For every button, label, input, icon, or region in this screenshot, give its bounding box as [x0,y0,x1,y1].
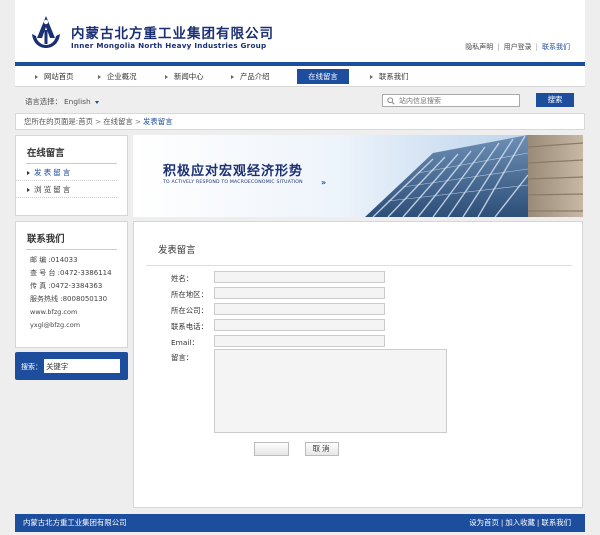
sidebar-search: 搜索： GO [15,352,128,380]
nav-bullet-icon [370,75,373,79]
arrow-right-icon [27,188,30,192]
anchor-logo-icon[interactable] [29,14,63,50]
site-search-box [382,94,520,107]
email-field[interactable] [214,335,385,347]
divider [146,265,572,266]
login-link[interactable]: 用户登录 [504,43,532,51]
sidebar-section-title: 在线留言 [27,148,65,159]
breadcrumb-home[interactable]: 首页 [78,117,93,126]
language-label: 语言选择： [25,97,62,106]
caret-down-icon [94,100,99,104]
nav-products[interactable]: 产品介绍 [231,69,270,84]
set-homepage-link[interactable]: 设为首页 [469,518,499,527]
top-links: 隐私声明 | 用户登录 | 联系我们 [465,43,570,51]
region-label: 所在地区： [171,290,208,299]
nav-news[interactable]: 新闻中心 [165,69,204,84]
language-select[interactable]: 语言选择： English [25,96,99,107]
contact-postcode: 邮 编 :014033 [30,256,78,264]
breadcrumb-guestbook[interactable]: 在线留言 [103,117,133,126]
guestbook-form-panel: 发表留言 姓名： 所在地区： 所在公司： 联系电话： Email： 留言： 取消 [133,221,583,508]
site-search-input[interactable] [399,95,517,106]
main-nav: 网站首页 企业概况 新闻中心 产品介绍 在线留言 联系我们 [15,66,585,87]
name-label: 姓名： [171,274,194,283]
double-arrow-icon: » [321,178,327,187]
contact-phone: 查 号 台 :0472-3386114 [30,269,112,277]
breadcrumb-prefix: 您所在的页面是: [24,117,79,126]
phone-field[interactable] [214,319,385,331]
nav-bullet-icon [231,75,234,79]
footer-links: 设为首页 | 加入收藏 | 联系我们 [469,518,571,527]
message-textarea[interactable] [214,349,447,433]
email-label: Email： [171,338,199,347]
nav-home[interactable]: 网站首页 [35,69,74,84]
magnifier-icon [387,97,395,105]
company-name-cn: 内蒙古北方重工业集团有限公司 [71,26,274,42]
contact-hotline: 服务热线 :8008050130 [30,295,108,303]
name-field[interactable] [214,271,385,283]
add-favorite-link[interactable]: 加入收藏 [505,518,535,527]
message-label: 留言： [171,353,194,362]
divider [26,249,117,250]
form-title: 发表留言 [158,245,196,256]
phone-label: 联系电话： [171,322,208,331]
sidebar-guestbook-box: 在线留言 发表留言 浏览留言 [15,135,128,216]
search-button[interactable]: 搜索 [536,93,574,107]
contact-website[interactable]: www.bfzg.com [16,306,127,319]
footer-contact-link[interactable]: 联系我们 [541,518,571,527]
contact-title: 联系我们 [27,234,65,245]
banner: 积极应对宏观经济形势 TO ACTIVELY RESPOND TO MACROE… [133,135,583,217]
banner-title: 积极应对宏观经济形势 [163,164,304,179]
contact-link[interactable]: 联系我们 [542,43,570,51]
sidebar-search-go-button[interactable]: GO [107,363,116,369]
footer-company: 内蒙古北方重工业集团有限公司 [23,518,127,527]
site-header: 内蒙古北方重工业集团有限公司 Inner Mongolia North Heav… [15,0,585,62]
nav-guestbook[interactable]: 在线留言 [297,69,349,84]
submit-button[interactable] [254,442,289,456]
banner-subtitle: TO ACTIVELY RESPOND TO MACROECONOMIC SIT… [163,180,303,185]
breadcrumb-current: 发表留言 [143,117,173,126]
cancel-button[interactable]: 取消 [305,442,339,456]
privacy-link[interactable]: 隐私声明 [465,43,493,51]
company-label: 所在公司： [171,306,208,315]
site-footer: 内蒙古北方重工业集团有限公司 设为首页 | 加入收藏 | 联系我们 [15,514,585,532]
breadcrumb: 您所在的页面是:首页 > 在线留言 > 发表留言 [15,113,585,130]
sidebar-item-post[interactable]: 发表留言 [16,164,117,181]
nav-bullet-icon [35,75,38,79]
contact-email[interactable]: yxgl@bfzg.com [16,319,127,332]
company-name-en: Inner Mongolia North Heavy Industries Gr… [71,41,267,50]
language-value: English [63,97,91,106]
nav-contact[interactable]: 联系我们 [370,69,409,84]
contact-fax: 传 真 :0472-3384363 [30,282,103,290]
arrow-right-icon [27,171,30,175]
nav-about[interactable]: 企业概况 [98,69,137,84]
utility-bar: 语言选择：English 搜索 [15,88,585,112]
sidebar-search-label: 搜索： [21,363,42,371]
nav-bullet-icon [98,75,101,79]
region-field[interactable] [214,287,385,299]
company-field[interactable] [214,303,385,315]
sidebar-item-browse[interactable]: 浏览留言 [16,181,117,198]
nav-bullet-icon [165,75,168,79]
sidebar-contact-box: 联系我们 邮 编 :014033 查 号 台 :0472-3386114 传 真… [15,221,128,348]
